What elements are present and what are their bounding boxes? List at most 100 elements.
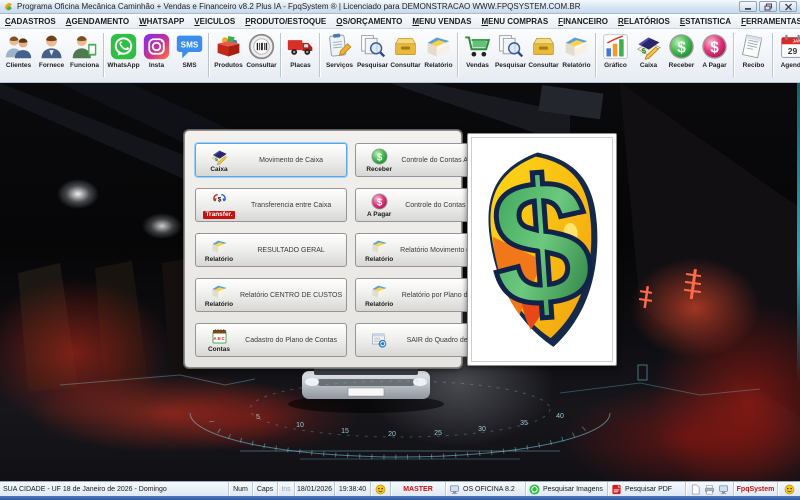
toolbar-label: Serviços <box>326 62 353 69</box>
dollar-green-icon: Receber <box>358 146 400 174</box>
window-bottom-edge <box>0 496 800 500</box>
status-insert: Ins <box>278 482 295 496</box>
menu-vendas[interactable]: MENU VENDAS <box>407 17 476 26</box>
button-label: Transferencia entre Caixa <box>240 202 344 209</box>
whatsapp-mini-icon <box>529 484 540 495</box>
sms-icon <box>175 32 204 61</box>
search-pdf-button[interactable]: Pesquisar PDF <box>608 482 686 496</box>
toolbar-produtos[interactable]: Produtos <box>212 31 245 69</box>
close-icon <box>784 3 793 11</box>
instagram-icon <box>142 32 171 61</box>
page-icon[interactable] <box>690 484 701 495</box>
close-button[interactable] <box>779 1 797 12</box>
toolbar-whatsapp[interactable]: WhatsApp <box>107 31 140 69</box>
toolbar-consultar-produtos[interactable]: Consultar <box>245 31 278 69</box>
toolbar-vendas[interactable]: Vendas <box>461 31 494 69</box>
smiley-icon <box>375 484 386 495</box>
toolbar-servicos[interactable]: Serviços <box>323 31 356 69</box>
icon-caption: Contas <box>208 346 230 354</box>
status-bar: SUA CIDADE - UF 18 de Janeiro de 2026 - … <box>0 481 800 496</box>
toolbar-pesquisar-vendas[interactable]: Pesquisar <box>494 31 527 69</box>
menu-cadastros[interactable]: CADASTROS <box>0 17 61 26</box>
search-pdf-label: Pesquisar PDF <box>625 486 672 493</box>
menu-estatistica[interactable]: ESTATISTICA <box>675 17 736 26</box>
relatorio-centro-de-custos-button[interactable]: Relatório Relatório CENTRO DE CUSTOS <box>195 278 347 312</box>
toolbar-recibo[interactable]: Recibo <box>737 31 770 69</box>
printer-icon[interactable] <box>704 484 715 495</box>
monitor-icon[interactable] <box>718 484 729 495</box>
toolbar-clientes[interactable]: Clientes <box>2 31 35 69</box>
red-glow <box>650 303 800 481</box>
status-user: MASTER <box>391 482 446 496</box>
services-clipboard-icon <box>325 32 354 61</box>
menu-financeiro[interactable]: FINANCEIRO <box>553 17 613 26</box>
minimize-button[interactable] <box>739 1 757 12</box>
icon-caption: Relatório <box>205 301 233 309</box>
resultado-geral-button[interactable]: Relatório RESULTADO GERAL <box>195 233 347 267</box>
status-tools <box>686 482 734 496</box>
status-caps-lock: Caps <box>253 482 278 496</box>
toolbar-separator <box>280 33 282 77</box>
restore-button[interactable] <box>759 1 777 12</box>
movimento-de-caixa-button[interactable]: Caixa Movimento de Caixa <box>195 143 347 177</box>
toolbar-consultar-os[interactable]: Consultar <box>389 31 422 69</box>
status-location-text: SUA CIDADE - UF 18 de Janeiro de 2026 - … <box>3 486 167 493</box>
transferencia-entre-caixa-button[interactable]: Transfer. Transferencia entre Caixa <box>195 188 347 222</box>
icon-caption: Receber <box>366 166 392 174</box>
toolbar-sms[interactable]: SMS <box>173 31 206 69</box>
menu-relatorios[interactable]: RELATÓRIOS <box>613 17 675 26</box>
exit-window-icon <box>358 330 400 350</box>
dollar-shield-logo: $ <box>472 138 612 361</box>
status-time: 19:38:40 <box>335 482 371 496</box>
menu-veiculos[interactable]: VEICULOS <box>189 17 240 26</box>
toolbar-agenda[interactable]: Agenda <box>776 31 800 69</box>
icon-caption: A Pagar <box>367 211 391 219</box>
toolbar-separator <box>208 33 210 77</box>
main-area: 5 10 15 20 25 30 35 40 Caixa Movimento d… <box>0 83 800 481</box>
finance-menu-panel: Caixa Movimento de Caixa Receber Control… <box>184 130 462 368</box>
cart-icon <box>463 32 492 61</box>
search-images-button[interactable]: Pesquisar Imagens <box>526 482 608 496</box>
menu-os-orcamento[interactable]: OS/ORÇAMENTO <box>331 17 407 26</box>
toolbar-relatorio-vendas[interactable]: Relatório <box>560 31 593 69</box>
report-icon: Relatório <box>198 281 240 309</box>
window-controls <box>739 1 797 12</box>
barcode-icon <box>247 32 276 61</box>
toolbar-grafico[interactable]: Gráfico <box>599 31 632 69</box>
drawer-icon <box>529 32 558 61</box>
menu-bar: CADASTROS AGENDAMENTO WHATSAPP VEICULOS … <box>0 14 800 29</box>
menu-whatsapp[interactable]: WHATSAPP <box>134 17 189 26</box>
svg-text:25: 25 <box>434 430 442 437</box>
icon-caption: Caixa <box>210 166 227 174</box>
cadastro-plano-de-contas-button[interactable]: Contas Cadastro do Plano de Contas <box>195 323 347 357</box>
app-window: Programa Oficina Mecânica Caminhão + Ven… <box>0 0 800 500</box>
toolbar-label: Consultar <box>390 62 420 69</box>
toolbar-instagram[interactable]: Insta <box>140 31 173 69</box>
toolbar-receber[interactable]: Receber <box>665 31 698 69</box>
svg-text:10: 10 <box>296 422 304 429</box>
menu-produto-estoque[interactable]: PRODUTO/ESTOQUE <box>240 17 331 26</box>
toolbar-fornecedores[interactable]: Fornece <box>35 31 68 69</box>
menu-ferramentas[interactable]: FERRAMENTAS <box>736 17 800 26</box>
toolbar-consultar-vendas[interactable]: Consultar <box>527 31 560 69</box>
toolbar-relatorio-os[interactable]: Relatório <box>422 31 455 69</box>
red-glow <box>150 383 360 453</box>
menu-agendamento[interactable]: AGENDAMENTO <box>61 17 134 26</box>
toolbar-label: SMS <box>182 62 196 69</box>
time-value: 19:38:40 <box>339 486 366 493</box>
products-box-icon <box>214 32 243 61</box>
title-bar: Programa Oficina Mecânica Caminhão + Ven… <box>0 0 800 14</box>
toolbar-a-pagar[interactable]: A Pagar <box>698 31 731 69</box>
restore-icon <box>764 3 773 11</box>
toolbar-pesquisar-os[interactable]: Pesquisar <box>356 31 389 69</box>
hud-numbers: 5 10 15 20 25 30 35 40 <box>256 413 564 438</box>
toolbar-label: Relatório <box>562 62 590 69</box>
toolbar-funcionarios[interactable]: Funciona <box>68 31 101 69</box>
menu-compras[interactable]: MENU COMPRAS <box>476 17 553 26</box>
report-icon <box>424 32 453 61</box>
toolbar-placas[interactable]: Placas <box>284 31 317 69</box>
ceiling-light <box>57 179 99 209</box>
toolbar-caixa[interactable]: Caixa <box>632 31 665 69</box>
toolbar-separator <box>103 33 105 77</box>
icon-caption: Relatório <box>205 256 233 264</box>
